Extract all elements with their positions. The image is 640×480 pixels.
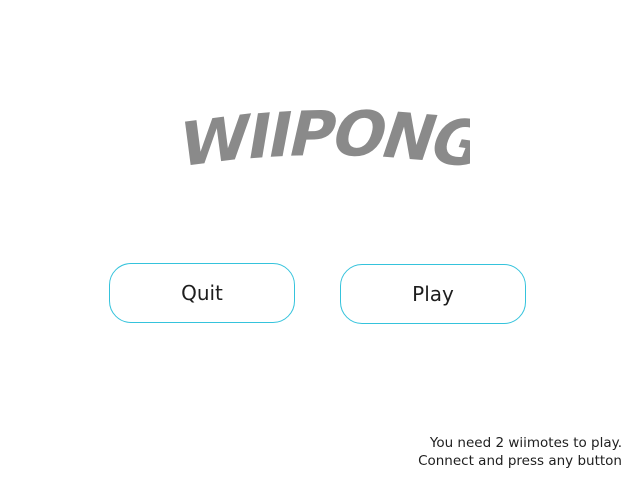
play-button-label: Play <box>412 282 454 306</box>
play-button[interactable]: Play <box>340 264 526 324</box>
game-logo: WIIPONG <box>180 108 470 182</box>
title-screen: WIIPONG Quit Play You need 2 wiimotes to… <box>0 0 640 480</box>
connection-hint: You need 2 wiimotes to play. Connect and… <box>418 434 622 470</box>
hint-line-1: You need 2 wiimotes to play. <box>429 435 622 451</box>
hint-line-2: Connect and press any button <box>418 453 622 469</box>
quit-button-label: Quit <box>181 281 223 305</box>
logo-text: WIIPONG <box>180 108 470 182</box>
quit-button[interactable]: Quit <box>109 263 295 323</box>
